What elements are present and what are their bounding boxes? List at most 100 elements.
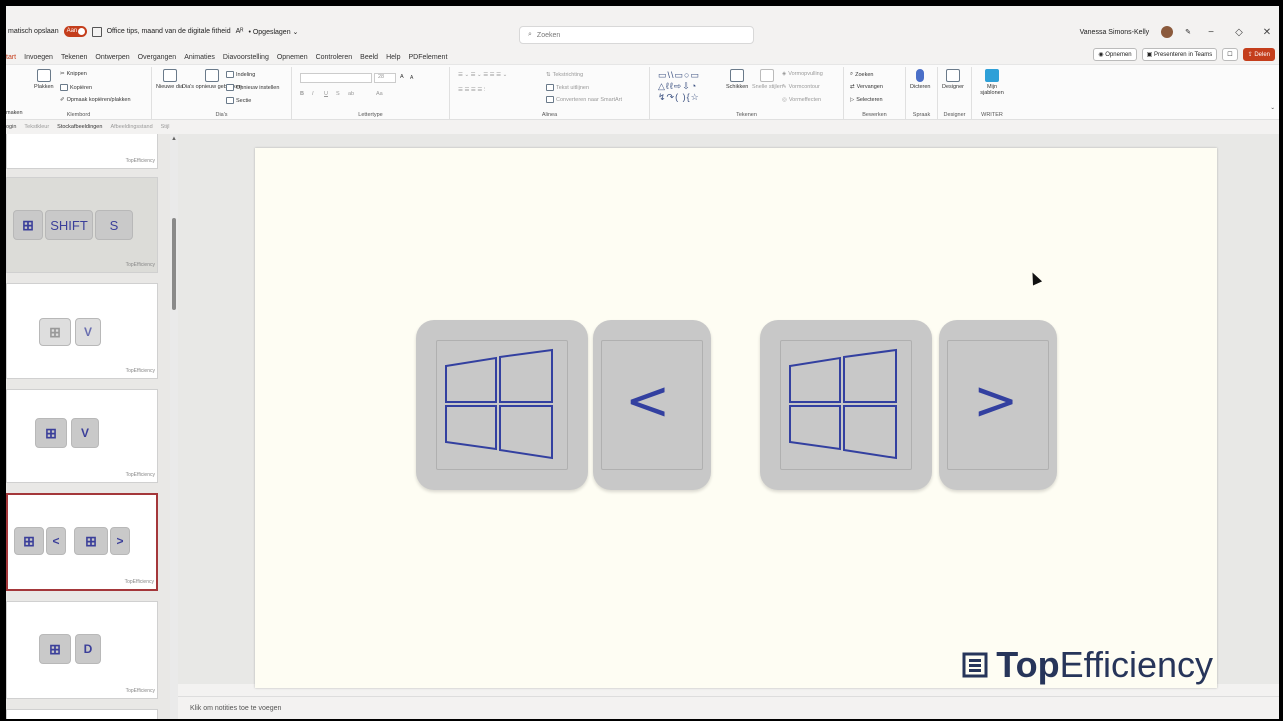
smartart-button[interactable]: Converteren naar SmartArt <box>546 96 622 103</box>
tab-beeld[interactable]: Beeld <box>360 54 378 61</box>
avatar[interactable] <box>1161 26 1174 38</box>
notes-pane[interactable]: Klik om notities toe te voegen <box>178 696 1279 719</box>
arrange-button[interactable]: Schikken <box>726 69 748 90</box>
ribbon: Plakken ✂ Knippen Kopiëren ✐ Opmaak kopiër… <box>6 64 1279 120</box>
ribbon-expand-icon[interactable]: ⌄ <box>1270 105 1275 111</box>
restore-button[interactable]: ◇ <box>1231 27 1247 38</box>
minimize-button[interactable]: − <box>1203 27 1219 38</box>
slide-thumbnail[interactable]: ⊞ SHIFT S TopEfficiency <box>6 177 158 273</box>
smartart-label: Converteren naar SmartArt <box>556 96 623 103</box>
layout-button[interactable]: Indeling <box>226 71 255 78</box>
tab-pdfelement[interactable]: PDFelement <box>408 54 447 61</box>
replace-button[interactable]: ⇄ Vervangen <box>850 84 883 90</box>
save-icon[interactable] <box>91 26 102 37</box>
copy-label: Kopiëren <box>70 84 93 91</box>
windows-logo-icon <box>789 348 897 460</box>
tab-tart[interactable]: tart <box>6 54 16 61</box>
thumbnail-key: ⊞ <box>39 318 71 346</box>
bullets-icon[interactable]: ☰ ⌄ ☰ ⌄ ☰ ☰ ☰ ⌄ <box>458 72 507 78</box>
new-slide-button[interactable]: Nieuwe dia <box>156 69 183 90</box>
slide-thumbnail[interactable]: ⊞ D TopEfficiency <box>6 601 158 699</box>
present-teams-button[interactable]: ▣ Presenteren in Teams <box>1141 48 1218 61</box>
paste-button[interactable]: Plakken <box>34 69 54 90</box>
slide-thumbnail-selected[interactable]: ⊞ < ⊞ > TopEfficiency <box>6 493 158 591</box>
case-button[interactable]: Aa <box>376 91 383 97</box>
scroll-up-icon[interactable]: ▲ <box>171 136 177 142</box>
user-name[interactable]: Vanessa Simons-Kelly <box>1080 29 1150 36</box>
subbar-item[interactable]: Stockafbeeldingen <box>57 124 102 130</box>
thumbnail-key: SHIFT <box>45 210 93 240</box>
tab-controleren[interactable]: Controleren <box>316 54 353 61</box>
thumbnail-key: V <box>75 318 101 346</box>
tab-opnemen[interactable]: Opnemen <box>277 54 308 61</box>
italic-button[interactable]: I <box>312 91 314 97</box>
pen-icon[interactable]: ✎ <box>1185 28 1191 36</box>
saved-status[interactable]: • Opgeslagen ⌄ <box>248 28 298 36</box>
smartart-icon <box>546 96 554 103</box>
font-size-box[interactable]: 28 <box>374 73 396 83</box>
shape-effects-button[interactable]: ◎ Vormeffecten <box>782 97 821 103</box>
share-button[interactable]: ⇪ Delen <box>1242 48 1275 61</box>
slide-thumbnail[interactable] <box>6 709 158 719</box>
quick-styles-button[interactable]: Snelle stijlen <box>752 69 783 90</box>
subbar-item[interactable]: ogin <box>6 124 16 130</box>
underline-button[interactable]: U <box>324 91 328 97</box>
spacing-button[interactable]: ab <box>348 91 354 97</box>
tab-animaties[interactable]: Animaties <box>184 54 215 61</box>
section-button[interactable]: Sectie <box>226 97 251 104</box>
slide-thumbnail[interactable]: ⊞ V TopEfficiency <box>6 389 158 483</box>
tab-ontwerpen[interactable]: Ontwerpen <box>95 54 129 61</box>
tab-invoegen[interactable]: Invoegen <box>24 54 53 61</box>
strike-button[interactable]: S <box>336 91 340 97</box>
tab-tekenen[interactable]: Tekenen <box>61 54 87 61</box>
format-painter-button[interactable]: ✐ Opmaak kopiëren/plakken <box>60 97 131 103</box>
grow-font-button[interactable]: A <box>400 74 404 80</box>
designer-button[interactable]: Designer <box>942 69 964 90</box>
drawing-group: ▭\\▭○▭ △ℓℓ⇨⇩◔ ↯↷( ){☆ Schikken Snelle stij… <box>650 67 844 119</box>
font-name-box[interactable] <box>300 73 372 83</box>
find-button[interactable]: ⌕ Zoeken <box>850 71 873 78</box>
thumbnail-key: ⊞ <box>14 527 44 555</box>
shape-fill-button[interactable]: ◈ Vormopvulling <box>782 71 823 77</box>
tab-help[interactable]: Help <box>386 54 400 61</box>
subbar-item[interactable]: Stijl <box>161 124 170 130</box>
close-button[interactable]: ✕ <box>1259 27 1275 38</box>
document-title[interactable]: Office tips, maand van de digitale fithe… <box>107 28 231 35</box>
search-box[interactable]: ⌕ Zoeken <box>519 26 754 44</box>
voice-group-label: Spraak <box>912 112 931 118</box>
tab-diavoorstelling[interactable]: Diavoorstelling <box>223 54 269 61</box>
shrink-font-button[interactable]: A <box>410 75 413 81</box>
align-icon[interactable]: ☰ ☰ ☰ ☰ ⫶ <box>458 87 485 94</box>
bold-button[interactable]: B <box>300 91 304 97</box>
autosave-toggle[interactable]: Aan <box>63 26 87 37</box>
thumbnail-scroll-thumb[interactable] <box>172 218 176 310</box>
slide-thumbnail[interactable]: TopEfficiency <box>6 134 158 169</box>
cut-button[interactable]: ✂ Knippen <box>60 71 87 77</box>
select-button[interactable]: ▷ Selecteren <box>850 97 883 103</box>
brush-icon: ✐ <box>60 97 65 103</box>
microphone-icon <box>916 69 925 82</box>
quick-styles-label: Snelle stijlen <box>752 84 783 90</box>
shape-outline-button[interactable]: ✎ Vormcontour <box>782 84 820 90</box>
comments-button[interactable]: ☐ <box>1222 48 1238 61</box>
designer-icon <box>946 69 960 82</box>
my-templates-button[interactable]: Mijn sjablonen <box>980 69 1004 96</box>
less-than-symbol: < <box>625 369 671 432</box>
subbar-item[interactable]: Afbeeldingsstand <box>110 124 152 130</box>
sensitivity-icon[interactable]: Aᴿ <box>236 28 244 35</box>
slide-canvas[interactable]: < > TopEfficiency <box>255 148 1217 688</box>
reset-button[interactable]: Opnieuw instellen <box>226 84 279 91</box>
record-button[interactable]: ◉ Opnemen <box>1093 48 1137 61</box>
copy-button[interactable]: Kopiëren <box>60 84 92 91</box>
windows-key-right <box>760 320 932 490</box>
slide-thumbnail[interactable]: ⊞ V TopEfficiency <box>6 283 158 379</box>
subbar-item[interactable]: Tekstkleur <box>24 124 49 130</box>
align-text-button[interactable]: Tekst uitlijnen <box>546 84 589 91</box>
templates-icon <box>985 69 999 82</box>
scissors-icon: ✂ <box>60 71 65 77</box>
text-direction-button[interactable]: ⇅ Tekstrichting <box>546 72 583 78</box>
dictate-button[interactable]: Dicteren <box>910 69 930 90</box>
tab-overgangen[interactable]: Overgangen <box>138 54 177 61</box>
shapes-gallery[interactable]: ▭\\▭○▭ △ℓℓ⇨⇩◔ ↯↷( ){☆ <box>658 71 700 102</box>
paste-label: Plakken <box>34 84 54 90</box>
